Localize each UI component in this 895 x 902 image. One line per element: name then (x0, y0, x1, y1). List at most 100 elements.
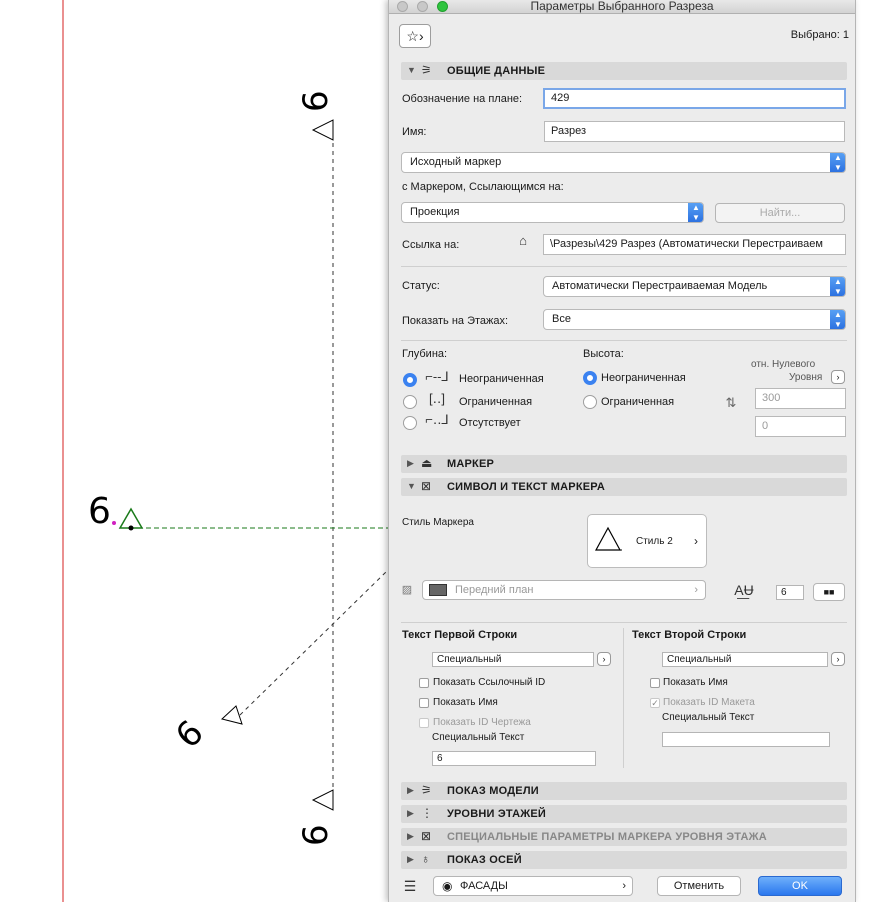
second-show-name-label: Показать Имя (663, 677, 728, 688)
section-settings-dialog: Параметры Выбранного Разреза ☆› Выбрано:… (388, 0, 856, 902)
layer-value: ФАСАДЫ (460, 880, 508, 892)
height-ref-label-1: отн. Нулевого (751, 359, 816, 370)
marker-label-diagonal: 6 (168, 713, 212, 757)
chevron-right-icon: › (694, 584, 698, 596)
section-title: ПОКАЗ МОДЕЛИ (447, 785, 539, 797)
depth-none-radio[interactable] (403, 416, 417, 430)
eye-icon: ◉ (442, 879, 453, 893)
marker-symbol-icon: ⊠ (421, 479, 432, 493)
depth-limited-label: Ограниченная (459, 396, 533, 408)
show-drawing-id-label: Показать ID Чертежа (433, 717, 531, 728)
collapsed-triangle-icon: ▶ (407, 785, 414, 795)
depth-limited-icon: [‥] (429, 391, 445, 406)
selection-hotspot[interactable] (128, 525, 134, 531)
section-title: ПОКАЗ ОСЕЙ (447, 854, 522, 866)
divider (401, 266, 847, 267)
favorites-button[interactable]: ☆› (399, 24, 431, 48)
reference-value: Проекция (410, 206, 460, 218)
marker-icon: ⏏ (421, 456, 433, 470)
divider (401, 340, 847, 341)
story-levels-icon: ⋮ (421, 806, 433, 820)
marker-type-select[interactable]: Исходный маркер ▲ ▼ (401, 152, 846, 173)
stories-select[interactable]: Все ▲ ▼ (543, 309, 846, 330)
section-marker-top[interactable] (311, 119, 334, 141)
section-model-display[interactable]: ▶ ⚞ ПОКАЗ МОДЕЛИ (401, 782, 847, 800)
show-layout-id-checkbox[interactable]: ✓ (650, 698, 660, 708)
section-title: УРОВНИ ЭТАЖЕЙ (447, 808, 547, 820)
height-limits-icon: ⇅ (725, 395, 737, 410)
title-bar[interactable]: Параметры Выбранного Разреза (389, 0, 855, 14)
font-size-input[interactable]: 6 (776, 585, 804, 600)
section-story-levels[interactable]: ▶ ⋮ УРОВНИ ЭТАЖЕЙ (401, 805, 847, 823)
second-row-custom-text-input[interactable] (662, 732, 830, 747)
first-row-mode-select[interactable]: Специальный (432, 652, 594, 667)
marker-label-bottom: 6 (296, 824, 336, 846)
first-row-mode-arrow[interactable]: › (597, 652, 611, 666)
plan-id-input[interactable]: 429 (543, 88, 846, 109)
section-marker-selected[interactable] (118, 507, 144, 529)
collapsed-triangle-icon: ▶ (407, 831, 414, 841)
collapsed-triangle-icon: ▶ (407, 808, 414, 818)
text-style-button[interactable]: ■■ (813, 583, 845, 601)
height-limited-radio[interactable] (583, 395, 597, 409)
divider (401, 622, 847, 623)
chevron-right-icon: › (622, 880, 626, 892)
link-field[interactable]: \Разрезы\429 Разрез (Автоматически Перес… (543, 234, 846, 255)
second-show-name-checkbox[interactable] (650, 678, 660, 688)
updown-chevron-icon: ▲ ▼ (688, 203, 703, 222)
second-row-title: Текст Второй Строки (632, 629, 747, 641)
layer-select[interactable]: ◉ ФАСАДЫ › (433, 876, 633, 896)
stories-value: Все (552, 313, 571, 325)
depth-none-label: Отсутствует (459, 417, 521, 429)
section-general-data[interactable]: ▼ ⚞ ОБЩИЕ ДАННЫЕ (401, 62, 847, 80)
layers-icon: ☰ (403, 878, 417, 894)
updown-chevron-icon: ▲ ▼ (830, 310, 845, 329)
show-name-checkbox[interactable] (419, 698, 429, 708)
show-drawing-id-checkbox[interactable] (419, 718, 429, 728)
model-display-icon: ⚞ (421, 783, 432, 797)
section-marker[interactable]: ▶ ⏏ МАРКЕР (401, 455, 847, 473)
section-grid-display[interactable]: ▶ ♁ ПОКАЗ ОСЕЙ (401, 851, 847, 869)
section-title: МАРКЕР (447, 458, 495, 470)
pen-label: Передний план (455, 584, 534, 596)
section-symbol-text[interactable]: ▼ ⊠ СИМВОЛ И ТЕКСТ МАРКЕРА (401, 478, 847, 496)
depth-unlimited-radio[interactable] (403, 373, 417, 387)
height-top-input[interactable]: 300 (755, 388, 846, 409)
pen-color-swatch (429, 584, 447, 596)
depth-none-icon: ⌐‥⅃ (425, 412, 449, 427)
section-marker-diagonal[interactable] (220, 705, 243, 725)
general-settings-icon: ⚞ (421, 63, 432, 77)
section-story-marker-params[interactable]: ▶ ⊠ СПЕЦИАЛЬНЫЕ ПАРАМЕТРЫ МАРКЕРА УРОВНЯ… (401, 828, 847, 846)
story-marker-icon: ⊠ (421, 829, 432, 843)
second-row-custom-text-label: Специальный Текст (662, 712, 755, 723)
first-row-custom-text-input[interactable]: 6 (432, 751, 596, 766)
section-marker-bottom[interactable] (311, 789, 334, 811)
hatch-icon: ▨ (401, 584, 413, 596)
height-ref-arrow-button[interactable]: › (831, 370, 845, 384)
cancel-button[interactable]: Отменить (657, 876, 741, 896)
name-input[interactable]: Разрез (544, 121, 845, 142)
height-limited-label: Ограниченная (601, 396, 675, 408)
show-name-label: Показать Имя (433, 697, 498, 708)
show-ref-id-checkbox[interactable] (419, 678, 429, 688)
height-bottom-input[interactable]: 0 (755, 416, 846, 437)
second-row-mode-select[interactable]: Специальный (662, 652, 828, 667)
height-unlimited-radio[interactable] (583, 371, 597, 385)
marker-style-button[interactable]: Стиль 2 › (587, 514, 707, 568)
find-button[interactable]: Найти... (715, 203, 845, 223)
depth-limited-radio[interactable] (403, 395, 417, 409)
second-row-mode-arrow[interactable]: › (831, 652, 845, 666)
stories-label: Показать на Этажах: (402, 315, 509, 327)
reference-select[interactable]: Проекция ▲ ▼ (401, 202, 704, 223)
marker-style-label: Стиль Маркера (402, 517, 474, 528)
pen-selector[interactable]: Передний план › (422, 580, 706, 600)
label-hotspot (112, 521, 116, 525)
status-label: Статус: (402, 280, 440, 292)
plan-id-label: Обозначение на плане: (402, 93, 523, 105)
updown-chevron-icon: ▲ ▼ (830, 277, 845, 296)
show-ref-id-label: Показать Ссылочный ID (433, 677, 546, 688)
column-divider (623, 628, 624, 768)
status-select[interactable]: Автоматически Перестраиваемая Модель ▲ ▼ (543, 276, 846, 297)
ok-button[interactable]: OK (758, 876, 842, 896)
window-title: Параметры Выбранного Разреза (530, 0, 714, 13)
